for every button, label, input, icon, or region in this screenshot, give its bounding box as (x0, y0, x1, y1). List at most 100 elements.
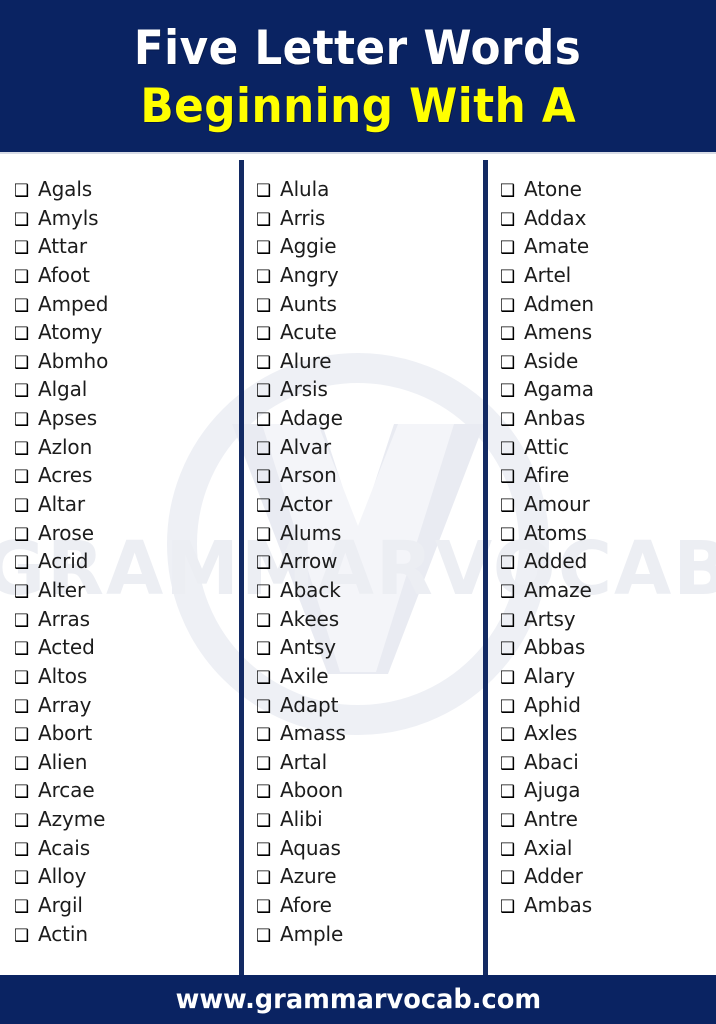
checkbox-icon[interactable]: ❑ (500, 664, 524, 693)
checkbox-icon[interactable]: ❑ (500, 320, 524, 349)
word-list-item[interactable]: ❑ Amens (500, 318, 716, 347)
checkbox-icon[interactable]: ❑ (14, 635, 38, 664)
checkbox-icon[interactable]: ❑ (500, 693, 524, 722)
checkbox-icon[interactable]: ❑ (500, 177, 524, 206)
checkbox-icon[interactable]: ❑ (256, 778, 280, 807)
word-list-item[interactable]: ❑ Agals (14, 175, 239, 204)
checkbox-icon[interactable]: ❑ (256, 463, 280, 492)
checkbox-icon[interactable]: ❑ (500, 349, 524, 378)
checkbox-icon[interactable]: ❑ (256, 750, 280, 779)
checkbox-icon[interactable]: ❑ (14, 406, 38, 435)
checkbox-icon[interactable]: ❑ (500, 492, 524, 521)
checkbox-icon[interactable]: ❑ (500, 578, 524, 607)
checkbox-icon[interactable]: ❑ (500, 807, 524, 836)
checkbox-icon[interactable]: ❑ (500, 234, 524, 263)
word-list-item[interactable]: ❑ Antsy (256, 633, 483, 662)
word-list-item[interactable]: ❑ Apses (14, 404, 239, 433)
word-list-item[interactable]: ❑ Amass (256, 719, 483, 748)
checkbox-icon[interactable]: ❑ (500, 864, 524, 893)
word-list-item[interactable]: ❑ Aphid (500, 691, 716, 720)
checkbox-icon[interactable]: ❑ (256, 578, 280, 607)
checkbox-icon[interactable]: ❑ (500, 463, 524, 492)
checkbox-icon[interactable]: ❑ (256, 292, 280, 321)
checkbox-icon[interactable]: ❑ (256, 320, 280, 349)
word-list-item[interactable]: ❑ Abort (14, 719, 239, 748)
checkbox-icon[interactable]: ❑ (256, 807, 280, 836)
checkbox-icon[interactable]: ❑ (500, 607, 524, 636)
checkbox-icon[interactable]: ❑ (14, 292, 38, 321)
word-list-item[interactable]: ❑ Afore (256, 891, 483, 920)
word-list-item[interactable]: ❑ Adage (256, 404, 483, 433)
word-list-item[interactable]: ❑ Aunts (256, 290, 483, 319)
word-list-item[interactable]: ❑ Actin (14, 920, 239, 949)
word-list-item[interactable]: ❑ Aquas (256, 834, 483, 863)
word-list-item[interactable]: ❑ Aback (256, 576, 483, 605)
checkbox-icon[interactable]: ❑ (14, 206, 38, 235)
checkbox-icon[interactable]: ❑ (14, 778, 38, 807)
word-list-item[interactable]: ❑ Adder (500, 862, 716, 891)
word-list-item[interactable]: ❑ Alter (14, 576, 239, 605)
checkbox-icon[interactable]: ❑ (256, 406, 280, 435)
word-list-item[interactable]: ❑ Arose (14, 519, 239, 548)
word-list-item[interactable]: ❑ Agama (500, 375, 716, 404)
word-list-item[interactable]: ❑ Akees (256, 605, 483, 634)
word-list-item[interactable]: ❑ Alums (256, 519, 483, 548)
word-list-item[interactable]: ❑ Abmho (14, 347, 239, 376)
word-list-item[interactable]: ❑ Acute (256, 318, 483, 347)
checkbox-icon[interactable]: ❑ (14, 664, 38, 693)
word-list-item[interactable]: ❑ Ample (256, 920, 483, 949)
word-list-item[interactable]: ❑ Abbas (500, 633, 716, 662)
checkbox-icon[interactable]: ❑ (14, 836, 38, 865)
word-list-item[interactable]: ❑ Arcae (14, 776, 239, 805)
word-list-item[interactable]: ❑ Antre (500, 805, 716, 834)
checkbox-icon[interactable]: ❑ (500, 721, 524, 750)
word-list-item[interactable]: ❑ Attic (500, 433, 716, 462)
word-list-item[interactable]: ❑ Artsy (500, 605, 716, 634)
checkbox-icon[interactable]: ❑ (14, 807, 38, 836)
checkbox-icon[interactable]: ❑ (256, 549, 280, 578)
checkbox-icon[interactable]: ❑ (14, 377, 38, 406)
word-list-item[interactable]: ❑ Alien (14, 748, 239, 777)
checkbox-icon[interactable]: ❑ (256, 177, 280, 206)
checkbox-icon[interactable]: ❑ (500, 263, 524, 292)
checkbox-icon[interactable]: ❑ (14, 435, 38, 464)
word-list-item[interactable]: ❑ Afire (500, 461, 716, 490)
word-list-item[interactable]: ❑ Axile (256, 662, 483, 691)
checkbox-icon[interactable]: ❑ (256, 635, 280, 664)
word-list-item[interactable]: ❑ Algal (14, 375, 239, 404)
checkbox-icon[interactable]: ❑ (500, 377, 524, 406)
word-list-item[interactable]: ❑ Arson (256, 461, 483, 490)
word-list-item[interactable]: ❑ Azure (256, 862, 483, 891)
checkbox-icon[interactable]: ❑ (256, 377, 280, 406)
checkbox-icon[interactable]: ❑ (500, 750, 524, 779)
word-list-item[interactable]: ❑ Atomy (14, 318, 239, 347)
word-list-item[interactable]: ❑ Array (14, 691, 239, 720)
checkbox-icon[interactable]: ❑ (256, 922, 280, 951)
word-list-item[interactable]: ❑ Aboon (256, 776, 483, 805)
checkbox-icon[interactable]: ❑ (14, 750, 38, 779)
word-list-item[interactable]: ❑ Alure (256, 347, 483, 376)
word-list-item[interactable]: ❑ Axial (500, 834, 716, 863)
checkbox-icon[interactable]: ❑ (500, 836, 524, 865)
word-list-item[interactable]: ❑ Arsis (256, 375, 483, 404)
word-list-item[interactable]: ❑ Admen (500, 290, 716, 319)
checkbox-icon[interactable]: ❑ (14, 177, 38, 206)
checkbox-icon[interactable]: ❑ (256, 349, 280, 378)
checkbox-icon[interactable]: ❑ (14, 349, 38, 378)
checkbox-icon[interactable]: ❑ (256, 521, 280, 550)
word-list-item[interactable]: ❑ Artal (256, 748, 483, 777)
checkbox-icon[interactable]: ❑ (14, 864, 38, 893)
checkbox-icon[interactable]: ❑ (256, 263, 280, 292)
checkbox-icon[interactable]: ❑ (14, 521, 38, 550)
word-list-item[interactable]: ❑ Atone (500, 175, 716, 204)
checkbox-icon[interactable]: ❑ (256, 693, 280, 722)
checkbox-icon[interactable]: ❑ (500, 778, 524, 807)
checkbox-icon[interactable]: ❑ (256, 607, 280, 636)
word-list-item[interactable]: ❑ Aggie (256, 232, 483, 261)
word-list-item[interactable]: ❑ Addax (500, 204, 716, 233)
word-list-item[interactable]: ❑ Amyls (14, 204, 239, 233)
word-list-item[interactable]: ❑ Acais (14, 834, 239, 863)
word-list-item[interactable]: ❑ Argil (14, 891, 239, 920)
checkbox-icon[interactable]: ❑ (14, 922, 38, 951)
checkbox-icon[interactable]: ❑ (14, 463, 38, 492)
